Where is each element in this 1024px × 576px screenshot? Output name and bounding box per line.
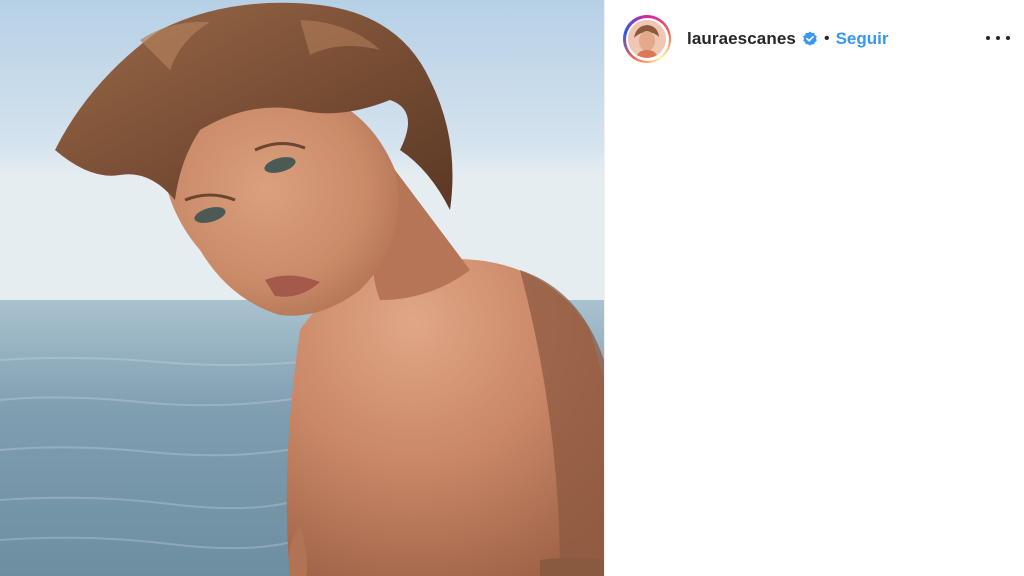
avatar[interactable]	[628, 20, 666, 58]
follow-button[interactable]: Seguir	[836, 29, 889, 49]
instagram-post: lauraescanes • Seguir	[0, 0, 1024, 576]
story-ring[interactable]	[623, 15, 671, 63]
avatar-image	[628, 20, 666, 58]
verified-badge-icon	[802, 31, 818, 47]
post-header: lauraescanes • Seguir	[605, 0, 1024, 78]
post-photo-image	[0, 0, 604, 576]
post-sidebar: lauraescanes • Seguir	[604, 0, 1024, 576]
separator-dot: •	[823, 30, 830, 47]
more-options-icon[interactable]	[986, 28, 1010, 48]
username-link[interactable]: lauraescanes	[687, 29, 796, 49]
post-photo[interactable]	[0, 0, 604, 576]
